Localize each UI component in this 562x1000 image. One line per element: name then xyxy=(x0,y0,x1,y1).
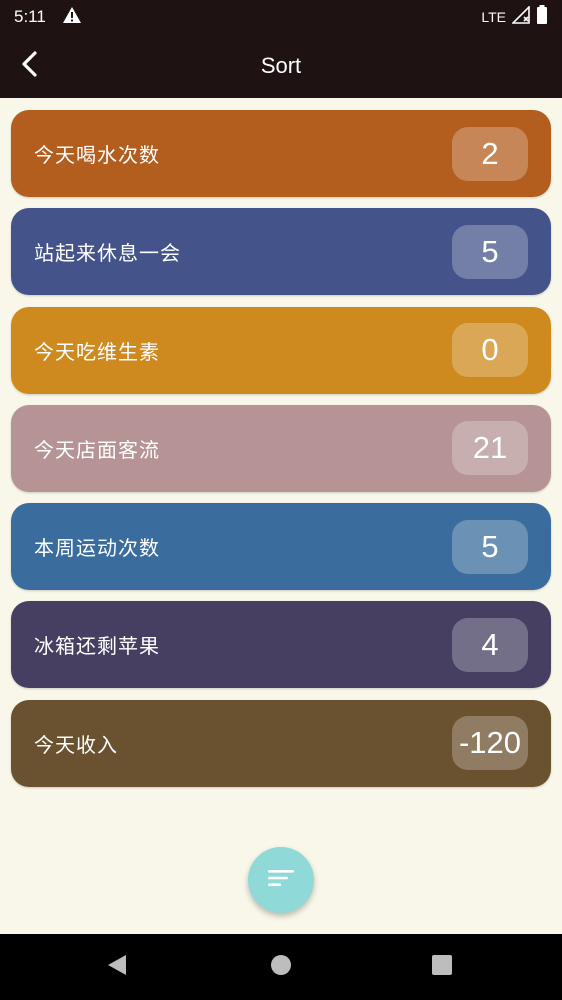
nav-recents-button[interactable] xyxy=(422,947,462,987)
counter-value: 21 xyxy=(452,421,528,476)
counter-card[interactable]: 本周运动次数 5 xyxy=(11,503,551,591)
page-title: Sort xyxy=(260,53,302,78)
alert-icon xyxy=(62,6,82,28)
sort-fab-button[interactable] xyxy=(248,847,314,913)
counter-label: 冰箱还剩苹果 xyxy=(34,634,160,659)
nav-recents-icon xyxy=(431,954,453,980)
counter-list: 今天喝水次数 2 站起来休息一会 5 今天吃维生素 0 今天店面客流 21 本周… xyxy=(11,110,551,798)
counter-card[interactable]: 今天店面客流 21 xyxy=(11,404,551,492)
counter-label: 站起来休息一会 xyxy=(34,241,181,266)
status-time: 5:11 xyxy=(14,7,46,26)
back-button[interactable] xyxy=(10,46,50,86)
status-bar: 5:11 LTE xyxy=(0,0,562,34)
battery-icon xyxy=(536,5,548,29)
counter-label: 今天吃维生素 xyxy=(34,339,160,364)
signal-icon xyxy=(511,5,530,28)
nav-back-button[interactable] xyxy=(97,947,137,987)
counter-label: 今天喝水次数 xyxy=(34,143,160,167)
network-type: LTE xyxy=(481,9,506,25)
counter-value: 4 xyxy=(452,617,528,672)
system-nav-bar xyxy=(0,934,562,1000)
counter-card[interactable]: 今天收入 -120 xyxy=(11,699,551,787)
sort-icon xyxy=(267,868,295,892)
counter-value: 2 xyxy=(452,126,528,181)
counter-value: 5 xyxy=(452,224,528,279)
counter-value: -120 xyxy=(452,716,528,771)
counter-value: 5 xyxy=(452,519,528,574)
counter-card[interactable]: 站起来休息一会 5 xyxy=(11,208,551,296)
nav-home-icon xyxy=(270,954,292,980)
nav-back-icon xyxy=(106,953,128,981)
counter-label: 今天收入 xyxy=(34,732,118,757)
counter-label: 今天店面客流 xyxy=(34,437,160,462)
counter-value: 0 xyxy=(452,323,528,378)
counter-label: 本周运动次数 xyxy=(34,536,160,561)
counter-card[interactable]: 今天喝水次数 2 xyxy=(11,110,551,197)
back-arrow-icon xyxy=(19,50,41,82)
app-bar: Sort xyxy=(0,34,562,98)
nav-home-button[interactable] xyxy=(261,947,301,987)
counter-card[interactable]: 冰箱还剩苹果 4 xyxy=(11,601,551,689)
counter-card[interactable]: 今天吃维生素 0 xyxy=(11,306,551,394)
